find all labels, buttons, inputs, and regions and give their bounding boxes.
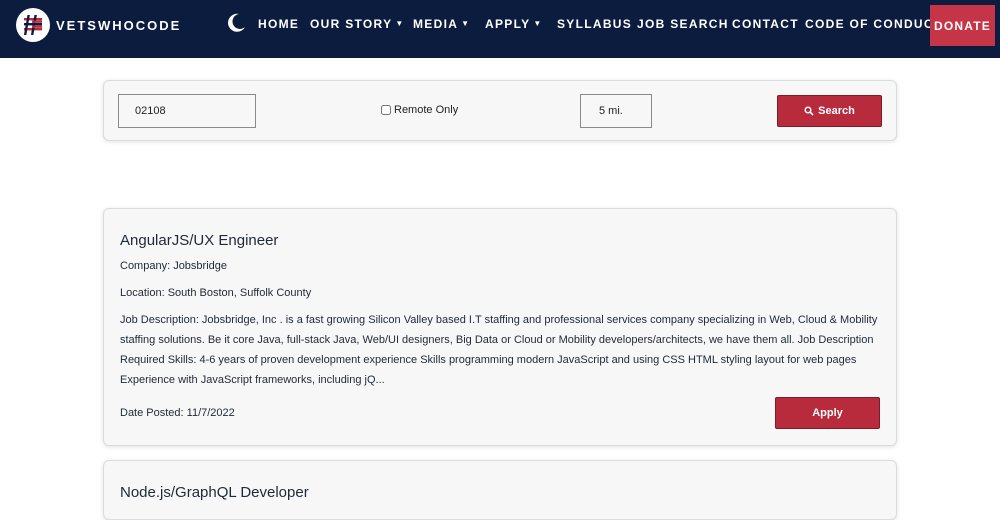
job-title: AngularJS/UX Engineer	[120, 232, 279, 249]
nav-apply[interactable]: APPLY ▼	[485, 17, 543, 31]
job-company: Company: Jobsbridge	[120, 260, 228, 272]
remote-only-checkbox[interactable]	[381, 105, 391, 115]
nav-our-story-label: OUR STORY	[310, 17, 393, 31]
chevron-down-icon: ▼	[461, 19, 471, 28]
nav-our-story[interactable]: OUR STORY ▼	[310, 17, 405, 31]
nav-media[interactable]: MEDIA ▼	[413, 17, 470, 31]
job-card: Node.js/GraphQL Developer	[103, 460, 897, 520]
nav-home-label: HOME	[258, 17, 300, 31]
job-search-form: Remote Only Search	[103, 80, 897, 141]
nav-job-search[interactable]: JOB SEARCH	[637, 17, 729, 31]
job-card: AngularJS/UX Engineer Company: Jobsbridg…	[103, 208, 897, 446]
donate-button[interactable]: DONATE	[930, 5, 995, 46]
chevron-down-icon: ▼	[395, 19, 405, 28]
job-date-posted: Date Posted: 11/7/2022	[120, 407, 235, 419]
apply-button[interactable]: Apply	[775, 397, 880, 429]
search-icon	[804, 106, 814, 116]
nav-apply-label: APPLY	[485, 17, 531, 31]
radius-input[interactable]	[580, 94, 652, 128]
moon-icon[interactable]	[225, 12, 247, 34]
nav-job-search-label: JOB SEARCH	[637, 17, 729, 31]
search-button-label: Search	[818, 105, 855, 117]
job-location: Location: South Boston, Suffolk County	[120, 287, 312, 299]
search-button[interactable]: Search	[777, 95, 882, 127]
top-navbar: VETSWHOCODE HOME OUR STORY ▼ MEDIA ▼ APPLY…	[0, 0, 1000, 58]
nav-home[interactable]: HOME	[258, 17, 299, 31]
remote-only-toggle[interactable]: Remote Only	[381, 104, 458, 116]
hashflag-logo-icon	[16, 8, 50, 42]
remote-only-label: Remote Only	[394, 104, 459, 116]
nav-code-of-conduct[interactable]: CODE OF CONDUCT	[805, 17, 943, 31]
job-title: Node.js/GraphQL Developer	[120, 484, 309, 501]
nav-syllabus[interactable]: SYLLABUS	[557, 17, 632, 31]
job-description: Job Description: Jobsbridge, Inc . is a …	[120, 314, 878, 386]
nav-syllabus-label: SYLLABUS	[557, 17, 633, 31]
nav-contact[interactable]: CONTACT	[732, 17, 799, 31]
nav-code-of-conduct-label: CODE OF CONDUCT	[805, 17, 943, 31]
chevron-down-icon: ▼	[533, 19, 543, 28]
brand-name: VETSWHOCODE	[56, 17, 182, 33]
zip-code-input[interactable]	[118, 94, 256, 128]
brand-logo[interactable]: VETSWHOCODE	[16, 8, 181, 42]
nav-media-label: MEDIA	[413, 17, 459, 31]
nav-contact-label: CONTACT	[732, 17, 799, 31]
